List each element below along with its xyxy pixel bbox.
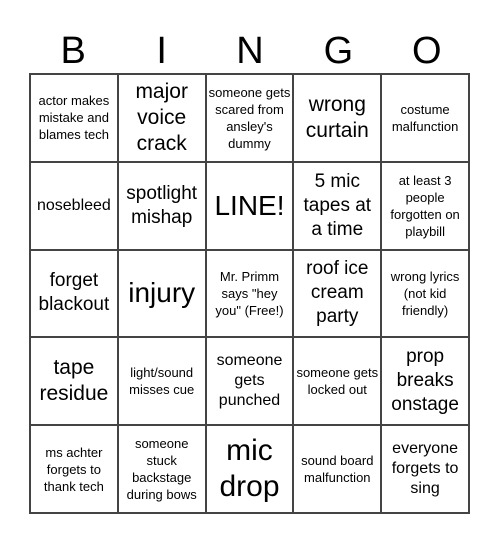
header-letter-g: G <box>323 30 354 72</box>
bingo-cell[interactable]: someone gets scared from ansley's dummy <box>205 74 294 162</box>
bingo-cell[interactable]: spotlight mishap <box>117 161 206 250</box>
bingo-cell[interactable]: wrong lyrics (not kid friendly) <box>381 249 469 338</box>
bingo-cell[interactable]: someone stuck backstage during bows <box>117 425 206 513</box>
bingo-cell[interactable]: ms achter forgets to thank tech <box>30 425 118 513</box>
bingo-cell-free[interactable]: LINE! <box>205 161 294 250</box>
bingo-cell[interactable]: nosebleed <box>30 161 118 250</box>
bingo-cell[interactable]: light/sound misses cue <box>117 337 206 426</box>
bingo-cell[interactable]: wrong curtain <box>293 74 382 162</box>
bingo-cell[interactable]: actor makes mistake and blames tech <box>30 74 118 162</box>
bingo-cell[interactable]: injury <box>117 249 206 338</box>
bingo-cell[interactable]: at least 3 people forgotten on playbill <box>381 161 469 250</box>
bingo-header: B I N G O <box>29 28 471 74</box>
bingo-cell[interactable]: mic drop <box>205 425 294 513</box>
header-letter-n: N <box>236 30 264 72</box>
bingo-grid: actor makes mistake and blames tech majo… <box>29 73 470 514</box>
header-letter-o: O <box>412 30 442 72</box>
header-letter-b: B <box>60 30 86 72</box>
bingo-cell[interactable]: prop breaks onstage <box>381 337 469 426</box>
bingo-cell[interactable]: roof ice cream party <box>293 249 382 338</box>
bingo-cell[interactable]: major voice crack <box>117 74 206 162</box>
bingo-cell[interactable]: forget blackout <box>30 249 118 338</box>
bingo-cell[interactable]: everyone forgets to sing <box>381 425 469 513</box>
bingo-cell[interactable]: tape residue <box>30 337 118 426</box>
bingo-cell[interactable]: someone gets punched <box>205 337 294 426</box>
bingo-cell[interactable]: someone gets locked out <box>293 337 382 426</box>
bingo-cell[interactable]: Mr. Primm says "hey you" (Free!) <box>205 249 294 338</box>
bingo-cell[interactable]: costume malfunction <box>381 74 469 162</box>
header-letter-i: I <box>156 30 167 72</box>
bingo-cell[interactable]: sound board malfunction <box>293 425 382 513</box>
bingo-cell[interactable]: 5 mic tapes at a time <box>293 161 382 250</box>
